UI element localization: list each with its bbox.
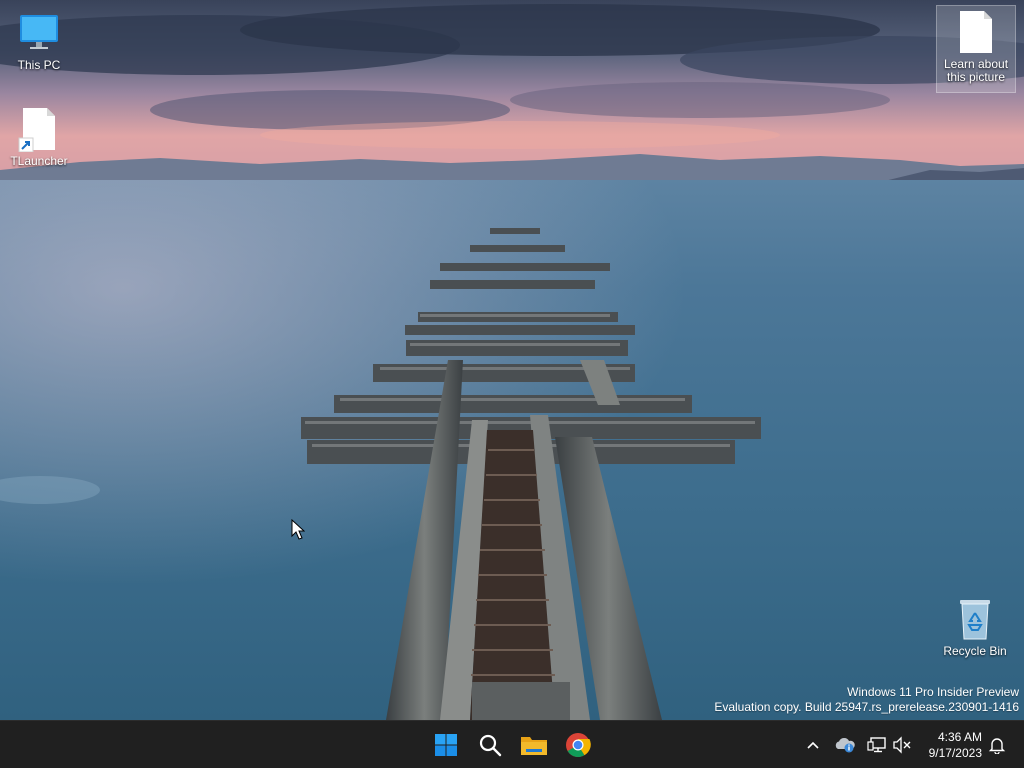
desktop-icon-label: Recycle Bin bbox=[943, 644, 1007, 658]
volume-muted-icon bbox=[893, 736, 911, 754]
network-tray-button[interactable] bbox=[865, 733, 889, 757]
onedrive-tray-button[interactable] bbox=[833, 733, 857, 757]
desktop-icon-label: This PC bbox=[17, 58, 61, 72]
desktop-icon-label: TLauncher bbox=[10, 154, 68, 168]
start-button[interactable] bbox=[426, 725, 466, 765]
file-explorer-icon bbox=[521, 737, 547, 755]
desktop-icon-recycle-bin[interactable]: Recycle Bin bbox=[936, 596, 1014, 658]
file-explorer-button[interactable] bbox=[514, 725, 554, 765]
chrome-icon bbox=[566, 733, 591, 758]
file-icon bbox=[952, 9, 1000, 55]
clock-time: 4:36 AM bbox=[937, 730, 982, 744]
recycle-bin-icon bbox=[951, 596, 999, 642]
file-shortcut-icon bbox=[15, 106, 63, 152]
chevron-up-icon bbox=[807, 741, 819, 749]
watermark-build: Evaluation copy. Build 25947.rs_prerelea… bbox=[714, 700, 1019, 714]
desktop-icon-label: Learn about this picture bbox=[943, 57, 1009, 84]
desktop-icon-this-pc[interactable]: This PC bbox=[0, 10, 78, 72]
clock-date: 9/17/2023 bbox=[928, 746, 982, 760]
wallpaper-image bbox=[0, 0, 1024, 720]
search-button[interactable] bbox=[470, 725, 510, 765]
network-icon bbox=[867, 737, 886, 753]
taskbar: 4:36 AM 9/17/2023 bbox=[0, 720, 1024, 768]
volume-tray-button[interactable] bbox=[890, 733, 914, 757]
desktop-icon-tlauncher[interactable]: TLauncher bbox=[0, 106, 78, 168]
taskbar-clock[interactable]: 4:36 AM 9/17/2023 bbox=[929, 729, 982, 761]
onedrive-icon bbox=[835, 738, 855, 753]
windows-start-icon bbox=[435, 734, 457, 756]
desktop[interactable]: This PC TLauncher Learn about this pictu… bbox=[0, 0, 1024, 720]
show-hidden-icons-button[interactable] bbox=[801, 733, 825, 757]
watermark-edition: Windows 11 Pro Insider Preview bbox=[847, 685, 1019, 699]
this-pc-icon bbox=[15, 10, 63, 56]
notification-bell-icon bbox=[988, 738, 1006, 754]
windows-watermark: Windows 11 Pro Insider Preview Evaluatio… bbox=[714, 685, 1019, 715]
search-icon bbox=[479, 734, 502, 757]
desktop-icon-learn-about-picture[interactable]: Learn about this picture bbox=[936, 5, 1016, 93]
mouse-cursor-icon bbox=[291, 519, 305, 540]
chrome-button[interactable] bbox=[558, 725, 598, 765]
notification-center-button[interactable] bbox=[985, 733, 1009, 757]
